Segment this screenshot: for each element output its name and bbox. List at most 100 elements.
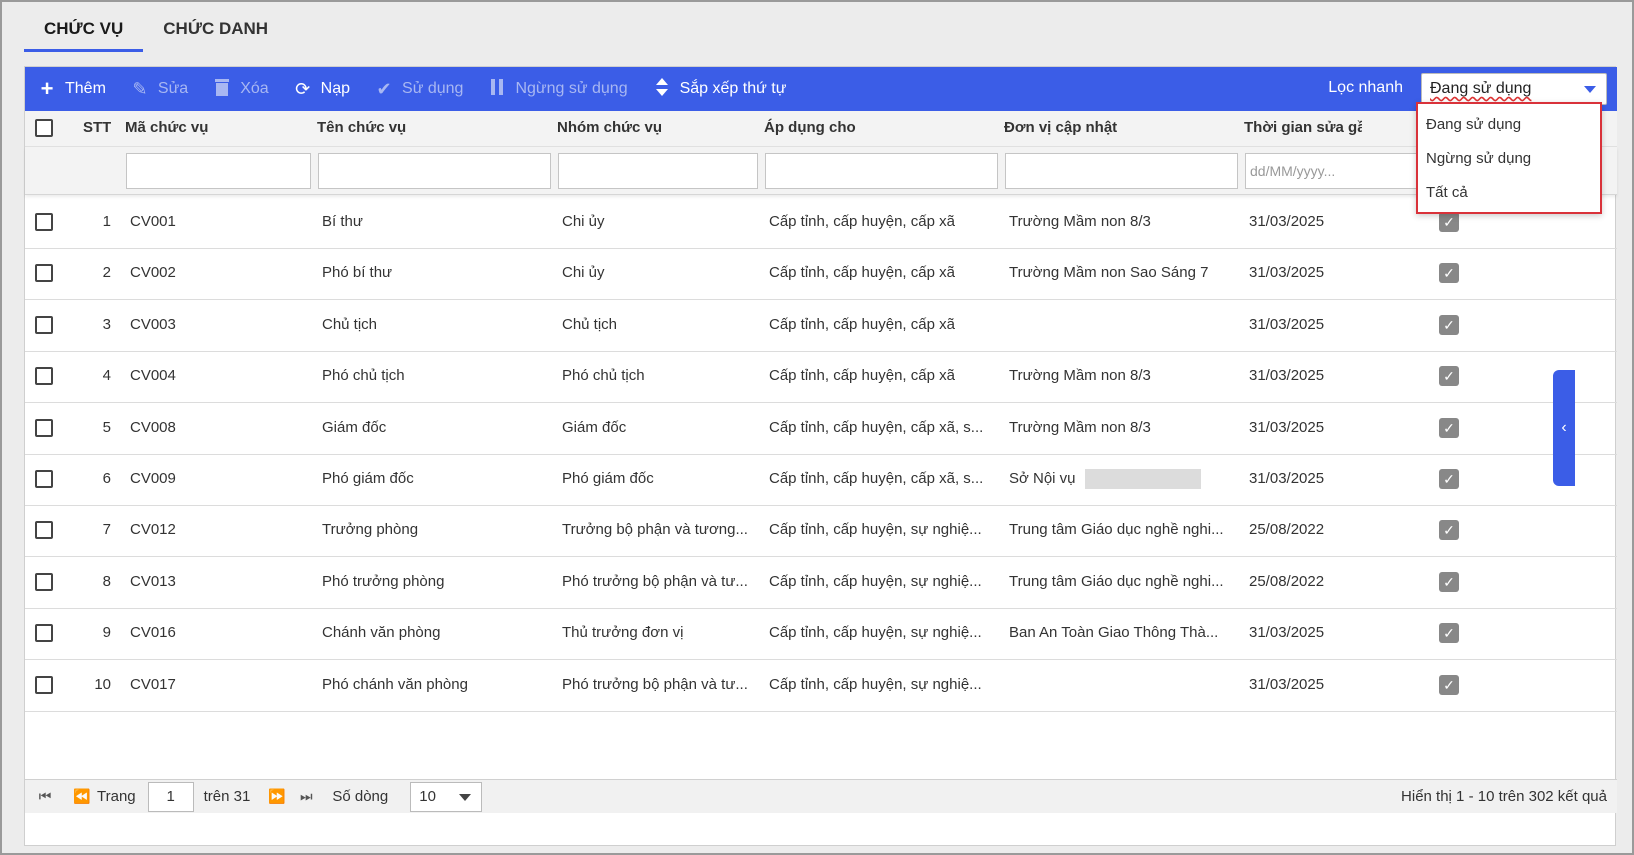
row-checkbox[interactable]	[35, 315, 53, 334]
cell-time: 31/03/2025	[1249, 675, 1325, 693]
next-page-icon[interactable]: ⏩	[268, 788, 285, 805]
in-use-checkbox: ✓	[1439, 571, 1459, 592]
col-name: Tên chức vụ	[317, 119, 407, 136]
collapse-panel-button[interactable]: ‹	[1553, 370, 1575, 486]
cell-stt: 4	[102, 367, 111, 385]
cell-unit: Trường Mầm non 8/3	[1009, 418, 1151, 436]
cell-name: Chủ tịch	[322, 315, 378, 333]
add-button[interactable]: + Thêm	[25, 67, 118, 111]
table-row[interactable]: 10 CV017 Phó chánh văn phòng Phó trưởng bộ …	[25, 660, 1617, 712]
cell-unit: Trường Mầm non Sao Sáng 7	[1009, 264, 1209, 282]
row-checkbox[interactable]	[35, 572, 53, 591]
page-of-label: trên 31	[203, 788, 251, 805]
cell-code: CV016	[130, 624, 176, 642]
tab-chuc-vu[interactable]: CHỨC VỤ	[24, 12, 144, 52]
table-row[interactable]: 6 CV009 Phó giám đốc Phó giám đốc Cấp tỉnh, …	[25, 454, 1617, 506]
cell-group: Phó chủ tịch	[562, 367, 645, 385]
edit-button[interactable]: ✎ Sửa	[118, 67, 200, 111]
stop-use-button[interactable]: Ngừng sử dụng	[475, 67, 639, 111]
cell-code: CV001	[130, 213, 176, 230]
cell-code: CV012	[130, 521, 176, 539]
cell-stt: 1	[102, 213, 111, 230]
cell-time: 31/03/2025	[1249, 470, 1325, 487]
table-header: STT Mã chức vụ Tên chức vụ Nhóm chức vụ …	[25, 111, 1617, 147]
row-checkbox[interactable]	[35, 521, 53, 540]
in-use-checkbox: ✓	[1439, 366, 1459, 387]
cell-stt: 2	[102, 264, 111, 282]
tab-chuc-danh[interactable]: CHỨC DANH	[143, 12, 288, 52]
cell-stt: 9	[102, 624, 111, 642]
in-use-checkbox: ✓	[1439, 520, 1459, 541]
cell-name: Phó giám đốc	[322, 470, 414, 487]
filter-name-input[interactable]	[318, 153, 551, 189]
col-group: Nhóm chức vụ	[557, 119, 663, 136]
cell-stt: 6	[102, 470, 111, 487]
cell-group: Thủ trưởng đơn vị	[562, 624, 684, 642]
plus-icon: +	[40, 76, 54, 101]
cell-group: Phó trưởng bộ phận và tư...	[562, 675, 748, 693]
filter-apply-input[interactable]	[765, 153, 998, 189]
filter-unit-input[interactable]	[1005, 153, 1238, 189]
cell-code: CV003	[130, 315, 176, 333]
dropdown-option-all[interactable]: Tất cả	[1418, 176, 1600, 210]
page-label: Trang	[97, 788, 136, 805]
row-checkbox[interactable]	[35, 367, 53, 386]
cell-apply: Cấp tỉnh, cấp huyện, cấp xã	[769, 264, 955, 282]
cell-apply: Cấp tỉnh, cấp huyện, cấp xã, s...	[769, 470, 984, 487]
reload-button[interactable]: ⟳ Nạp	[281, 67, 362, 111]
prev-page-icon[interactable]: ⏪	[73, 788, 90, 805]
select-all-checkbox[interactable]	[35, 119, 53, 137]
last-page-icon[interactable]: ⏭	[298, 788, 314, 805]
row-checkbox[interactable]	[35, 675, 53, 694]
filter-group-input[interactable]	[558, 153, 758, 189]
use-button[interactable]: ✔ Sử dụng	[362, 67, 475, 111]
pager: ⏮ ⏪ Trang 1 trên 31 ⏩ ⏭ Số dòng 10 Hiển …	[25, 779, 1617, 813]
cell-time: 31/03/2025	[1249, 213, 1325, 230]
quick-filter-select[interactable]: Đang sử dụng	[1421, 73, 1607, 105]
cell-time: 31/03/2025	[1249, 418, 1325, 436]
rows-per-page-select[interactable]: 10	[410, 781, 483, 812]
table-row[interactable]: 7 CV012 Trưởng phòng Trưởng bộ phận và tươn…	[25, 505, 1617, 558]
table-row[interactable]: 2 CV002 Phó bí thư Chi ủy Cấp tỉnh, cấp huyệ…	[25, 248, 1617, 301]
cell-apply: Cấp tỉnh, cấp huyện, cấp xã	[769, 213, 955, 230]
cell-unit: Trung tâm Giáo dục nghề nghi...	[1009, 572, 1224, 590]
table-row[interactable]: 9 CV016 Chánh văn phòng Thủ trưởng đơn vị Cấ…	[25, 608, 1617, 661]
grid-panel: + Thêm ✎ Sửa Xóa ⟳ Nạp ✔ Sử dụng Ngừng s…	[24, 66, 1617, 846]
table-row[interactable]: 3 CV003 Chủ tịch Chủ tịch Cấp tỉnh, cấp huyệ…	[25, 300, 1617, 352]
table-row[interactable]: 5 CV008 Giám đốc Giám đốc Cấp tỉnh, cấp huyệ…	[25, 403, 1617, 455]
filter-code-input[interactable]	[126, 153, 311, 189]
table-row[interactable]: 8 CV013 Phó trưởng phòng Phó trưởng bộ phận…	[25, 557, 1617, 609]
cell-apply: Cấp tỉnh, cấp huyện, cấp xã	[769, 367, 955, 385]
window-frame: CHỨC VỤ CHỨC DANH + Thêm ✎ Sửa Xóa ⟳ Nạp	[0, 0, 1634, 855]
result-summary: Hiển thị 1 - 10 trên 302 kết quả	[1401, 788, 1607, 805]
edit-label: Sửa	[157, 80, 189, 97]
cell-group: Phó trưởng bộ phận và tư...	[562, 572, 748, 590]
dropdown-option-stopped[interactable]: Ngừng sử dụng	[1418, 142, 1600, 176]
sort-icon	[652, 77, 672, 102]
col-stt: STT	[83, 119, 112, 136]
sort-button[interactable]: Sắp xếp thứ tự	[640, 67, 799, 111]
cell-unit: Trường Mầm non 8/3	[1009, 367, 1151, 385]
row-checkbox[interactable]	[35, 470, 53, 488]
cell-unit	[1009, 660, 1239, 711]
cell-group: Chủ tịch	[562, 315, 618, 333]
table-row[interactable]: 4 CV004 Phó chủ tịch Phó chủ tịch Cấp tỉnh, …	[25, 351, 1617, 404]
cell-name: Phó bí thư	[322, 264, 393, 282]
page-input[interactable]: 1	[147, 781, 194, 812]
cell-unit	[1009, 300, 1239, 351]
quick-filter-dropdown: Đang sử dụng Ngừng sử dụng Tất cả	[1416, 102, 1602, 214]
row-checkbox[interactable]	[35, 264, 53, 283]
first-page-icon[interactable]: ⏮	[37, 788, 53, 805]
dropdown-option-in-use[interactable]: Đang sử dụng	[1418, 108, 1600, 142]
delete-button[interactable]: Xóa	[200, 67, 280, 111]
table-row[interactable]: 1 CV001 Bí thư Chi ủy Cấp tỉnh, cấp huyện, c…	[25, 197, 1617, 249]
cell-code: CV013	[130, 572, 176, 590]
row-checkbox[interactable]	[35, 624, 53, 643]
cell-name: Phó chủ tịch	[322, 367, 405, 385]
row-checkbox[interactable]	[35, 213, 53, 231]
rows-per-page-value: 10	[419, 787, 436, 805]
row-checkbox[interactable]	[35, 418, 53, 437]
in-use-checkbox: ✓	[1439, 314, 1459, 335]
cell-time: 31/03/2025	[1249, 367, 1325, 385]
col-code: Mã chức vụ	[125, 119, 209, 136]
